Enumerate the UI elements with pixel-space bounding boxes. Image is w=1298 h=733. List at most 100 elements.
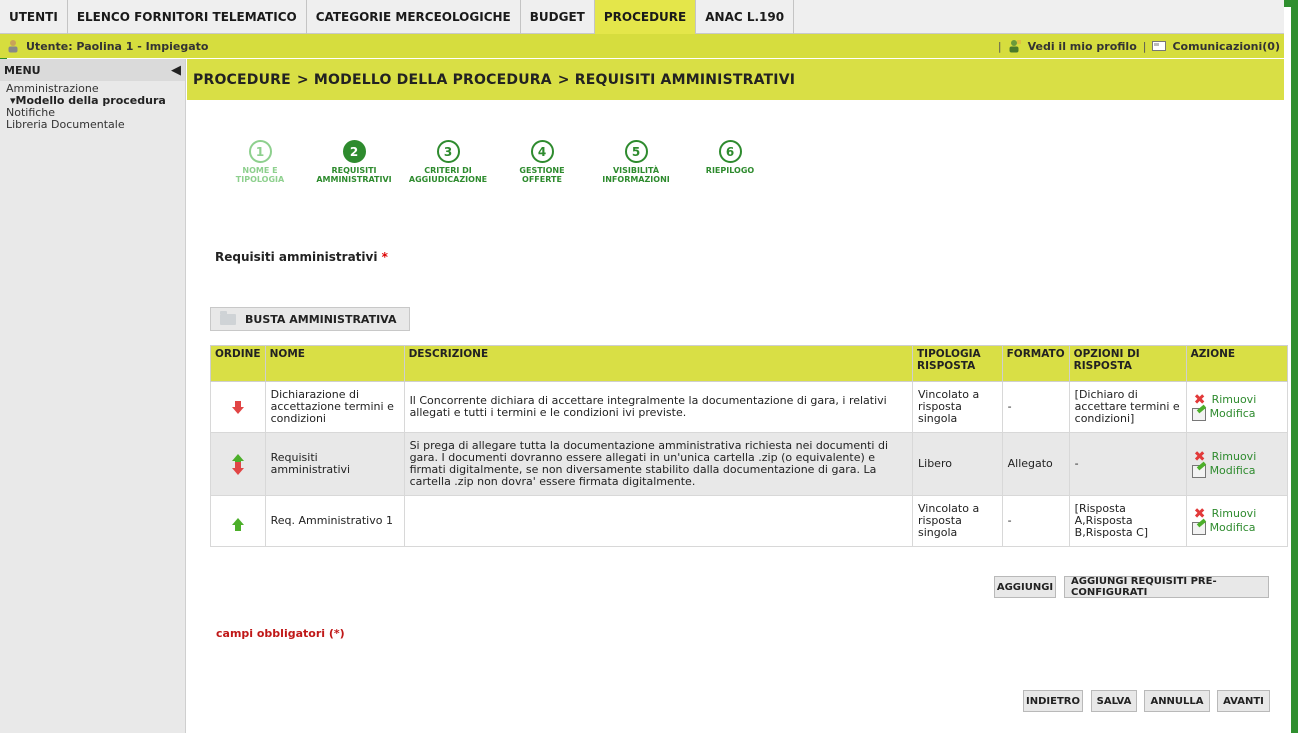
step-number: 1 — [248, 140, 272, 163]
opzioni-cell: [Dichiaro di accettare termini e condizi… — [1068, 381, 1187, 433]
table-header-row: ORDINE NOME DESCRIZIONE TIPOLOGIA RISPOS… — [210, 345, 1289, 382]
breadcrumb-procedure[interactable]: PROCEDURE — [193, 72, 291, 88]
user-icon — [8, 40, 18, 53]
separator: | — [1142, 39, 1147, 53]
remove-link[interactable]: ✖ Rimuovi — [1192, 505, 1282, 522]
separator: | — [997, 39, 1002, 53]
aggiungi-button[interactable]: AGGIUNGI — [994, 576, 1056, 598]
salva-button[interactable]: SALVA — [1091, 690, 1137, 712]
table-row: Req. Amministrativo 1 Vincolato a rispos… — [210, 495, 1289, 547]
remove-link[interactable]: ✖ Rimuovi — [1192, 448, 1282, 465]
aggiungi-preconfigurati-button[interactable]: AGGIUNGI REQUISITI PRE-CONFIGURATI — [1064, 576, 1269, 598]
edit-label: Modifica — [1209, 521, 1256, 534]
collapse-menu-icon[interactable]: ◀ — [171, 63, 181, 78]
busta-amministrativa-tab[interactable]: BUSTA AMMINISTRATIVA — [210, 307, 410, 331]
menu-list: Amministrazione ▾Modello della procedura… — [0, 81, 185, 133]
descrizione-cell — [403, 495, 914, 547]
busta-label: BUSTA AMMINISTRATIVA — [245, 312, 397, 326]
azione-cell: ✖ Rimuovi Modifica — [1185, 432, 1289, 496]
requirements-table: ORDINE NOME DESCRIZIONE TIPOLOGIA RISPOS… — [210, 345, 1289, 547]
edit-icon — [1191, 407, 1206, 421]
step-requisiti-amministrativi[interactable]: 2 REQUISITI AMMINISTRATIVI — [307, 140, 401, 184]
col-descrizione: DESCRIZIONE — [403, 345, 914, 382]
section-title: Requisiti amministrativi * — [215, 250, 388, 264]
menu-header: MENU ◀ — [0, 59, 185, 81]
menu-item-libreria-documentale[interactable]: Libreria Documentale — [6, 119, 179, 131]
step-number: 3 — [436, 140, 460, 163]
edit-label: Modifica — [1209, 407, 1256, 420]
move-down-icon[interactable] — [231, 462, 244, 475]
step-number: 5 — [624, 140, 648, 163]
profile-link[interactable]: Vedi il mio profilo — [1028, 40, 1137, 53]
step-number: 6 — [718, 140, 742, 163]
formato-cell: - — [1001, 495, 1070, 547]
user-bar: Utente: Paolina 1 - Impiegato | Vedi il … — [0, 34, 1284, 58]
user-label: Utente: Paolina 1 - Impiegato — [26, 39, 209, 53]
table-row: Requisiti amministrativi Si prega di all… — [210, 432, 1289, 496]
formato-cell: Allegato — [1001, 432, 1070, 496]
step-label: TIPOLOGIA — [235, 175, 285, 184]
tipologia-cell: Libero — [912, 432, 1003, 496]
col-tipologia: TIPOLOGIA RISPOSTA — [912, 345, 1003, 382]
col-nome: NOME — [264, 345, 405, 382]
col-ordine: ORDINE — [210, 345, 266, 382]
opzioni-cell: - — [1068, 432, 1187, 496]
azione-cell: ✖ Rimuovi Modifica — [1185, 495, 1289, 547]
step-label: CRITERI DI — [424, 166, 472, 175]
step-label: INFORMAZIONI — [602, 175, 670, 184]
tab-anac[interactable]: ANAC L.190 — [696, 0, 795, 34]
indietro-button[interactable]: INDIETRO — [1023, 690, 1083, 712]
nome-cell: Requisiti amministrativi — [264, 432, 405, 496]
remove-label: Rimuovi — [1211, 506, 1257, 520]
step-label: NOME E — [242, 166, 278, 175]
step-label: RIEPILOGO — [705, 166, 755, 175]
step-label: GESTIONE — [519, 166, 565, 175]
col-formato: FORMATO — [1001, 345, 1070, 382]
required-mark: * — [381, 250, 388, 264]
step-label: AMMINISTRATIVI — [316, 175, 392, 184]
formato-cell: - — [1001, 381, 1070, 433]
move-down-icon[interactable] — [231, 401, 244, 414]
remove-icon: ✖ — [1193, 505, 1206, 522]
breadcrumb: PROCEDURE > MODELLO DELLA PROCEDURA > RE… — [187, 59, 1284, 100]
step-nome-tipologia[interactable]: 1 NOME E TIPOLOGIA — [213, 140, 307, 184]
table-row: Dichiarazione di accettazione termini e … — [210, 381, 1289, 433]
tab-budget[interactable]: BUDGET — [521, 0, 595, 34]
tab-utenti[interactable]: UTENTI — [0, 0, 68, 34]
step-criteri-aggiudicazione[interactable]: 3 CRITERI DI AGGIUDICAZIONE — [401, 140, 495, 184]
edit-icon — [1191, 521, 1206, 535]
descrizione-cell: Il Concorrente dichiara di accettare int… — [403, 381, 914, 433]
profile-icon — [1009, 40, 1021, 53]
step-visibilita-informazioni[interactable]: 5 VISIBILITÀ INFORMAZIONI — [589, 140, 683, 184]
step-label: OFFERTE — [522, 175, 562, 184]
tipologia-cell: Vincolato a risposta singola — [912, 495, 1003, 547]
section-title-text: Requisiti amministrativi — [215, 250, 378, 264]
col-azione: AZIONE — [1185, 345, 1289, 382]
avanti-button[interactable]: AVANTI — [1217, 690, 1270, 712]
remove-link[interactable]: ✖ Rimuovi — [1192, 393, 1282, 407]
edit-link[interactable]: Modifica — [1191, 464, 1282, 478]
top-navigation: UTENTI ELENCO FORNITORI TELEMATICO CATEG… — [0, 0, 1284, 34]
opzioni-cell: [Risposta A,Risposta B,Risposta C] — [1068, 495, 1187, 547]
wizard-steps: 1 NOME E TIPOLOGIA 2 REQUISITI AMMINISTRAT… — [213, 140, 777, 184]
move-up-icon[interactable] — [231, 454, 244, 467]
tipologia-cell: Vincolato a risposta singola — [912, 381, 1003, 433]
remove-label: Rimuovi — [1211, 449, 1257, 463]
annulla-button[interactable]: ANNULLA — [1144, 690, 1210, 712]
remove-icon: ✖ — [1193, 448, 1206, 465]
move-up-icon[interactable] — [231, 518, 244, 531]
step-riepilogo[interactable]: 6 RIEPILOGO — [683, 140, 777, 184]
tab-categorie-merceologiche[interactable]: CATEGORIE MERCEOLOGICHE — [307, 0, 521, 34]
edit-link[interactable]: Modifica — [1191, 521, 1282, 535]
communications-link[interactable]: Comunicazioni(0) — [1172, 40, 1280, 53]
edit-link[interactable]: Modifica — [1191, 407, 1282, 421]
step-number: 2 — [342, 140, 366, 163]
azione-cell: ✖ Rimuovi Modifica — [1185, 381, 1289, 433]
step-gestione-offerte[interactable]: 4 GESTIONE OFFERTE — [495, 140, 589, 184]
order-cell — [210, 381, 266, 433]
step-label: VISIBILITÀ — [612, 166, 660, 175]
tab-elenco-fornitori[interactable]: ELENCO FORNITORI TELEMATICO — [68, 0, 307, 34]
tab-procedure[interactable]: PROCEDURE — [594, 0, 697, 34]
step-label: AGGIUDICAZIONE — [408, 175, 488, 184]
breadcrumb-modello[interactable]: > MODELLO DELLA PROCEDURA — [297, 72, 552, 88]
